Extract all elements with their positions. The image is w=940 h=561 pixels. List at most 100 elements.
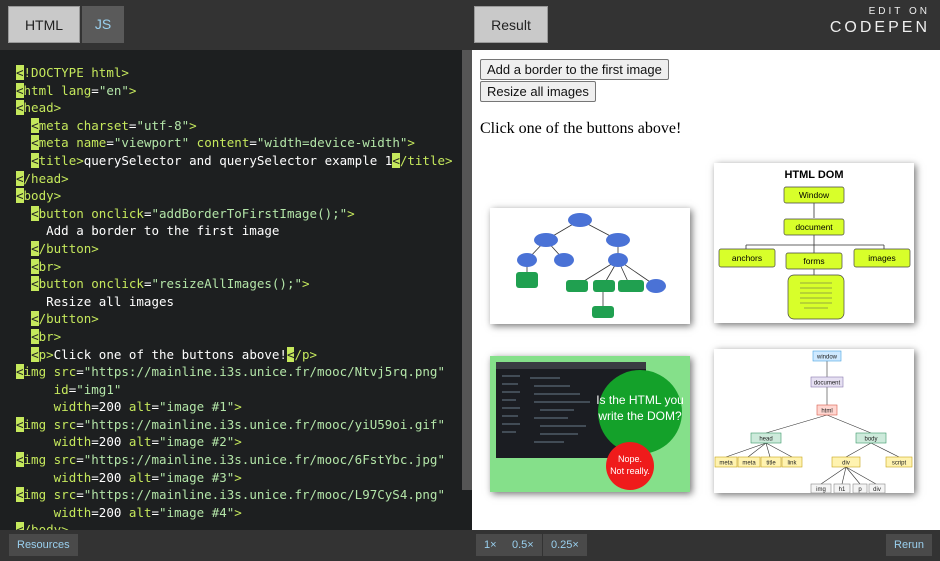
code-line: <!DOCTYPE html> xyxy=(0,64,472,82)
img3-line1: Is the HTML you xyxy=(596,393,684,407)
code-token: "img1" xyxy=(76,381,122,397)
code-token: < xyxy=(16,416,24,432)
img4-body: body xyxy=(864,437,877,443)
code-token: meta xyxy=(38,117,77,133)
tab-html[interactable]: HTML xyxy=(8,6,80,43)
code-line: <img src="https://mainline.i3s.unice.fr/… xyxy=(0,416,472,434)
code-line: Add a border to the first image xyxy=(0,222,472,240)
code-token: Resize all images xyxy=(16,293,175,309)
code-token: /button> xyxy=(38,240,99,256)
add-border-button[interactable]: Add a border to the first image xyxy=(480,59,669,80)
code-token: "https://mainline.i3s.unice.fr/mooc/6Fst… xyxy=(83,452,445,468)
code-token: =200 xyxy=(91,504,129,520)
code-token: = xyxy=(76,416,84,432)
html-dom-chart-image: HTML DOM Window document anchors forms i… xyxy=(718,169,911,320)
code-token: "https://mainline.i3s.unice.fr/mooc/yiU5… xyxy=(83,416,445,432)
bottom-bar: Resources 1× 0.5× 0.25× Rerun xyxy=(0,530,940,561)
code-token: "addBorderToFirstImage();" xyxy=(151,205,348,221)
code-token: Click one of the buttons above! xyxy=(53,346,287,362)
code-token: onclick xyxy=(91,276,144,292)
code-token: alt xyxy=(128,469,152,485)
code-editor[interactable]: <!DOCTYPE html> <html lang="en"> <head> <m… xyxy=(0,64,472,530)
code-token: "https://mainline.i3s.unice.fr/mooc/L97C… xyxy=(83,487,445,503)
code-token: > xyxy=(407,135,415,151)
code-token: = xyxy=(151,434,160,450)
code-token: < xyxy=(31,311,39,327)
img4-meta-2: meta xyxy=(742,461,756,467)
img3-line4: Not really. xyxy=(610,466,650,476)
code-token: alt xyxy=(128,504,152,520)
code-token: br> xyxy=(38,258,62,274)
tab-result[interactable]: Result xyxy=(474,6,548,43)
code-token: = xyxy=(106,135,114,151)
code-token: /body> xyxy=(23,522,69,530)
code-token: img xyxy=(23,452,54,468)
resize-images-button[interactable]: Resize all images xyxy=(480,81,596,102)
editor-tabs: HTML JS xyxy=(0,0,472,50)
img3-line3: Nope. xyxy=(618,454,642,464)
code-token: /head> xyxy=(23,170,69,186)
code-token: = xyxy=(76,452,84,468)
code-line: <br> xyxy=(0,328,472,346)
code-token: width xyxy=(53,399,92,415)
image-1 xyxy=(490,208,690,324)
zoom-1x-button[interactable]: 1× xyxy=(476,534,505,556)
code-line: </head> xyxy=(0,170,472,188)
code-line: <p>Click one of the buttons above!</p> xyxy=(0,346,472,364)
code-token: title> xyxy=(38,152,84,168)
code-token: "en" xyxy=(98,82,129,98)
code-token: html xyxy=(23,82,62,98)
code-token: img xyxy=(23,416,54,432)
zoom-05x-button[interactable]: 0.5× xyxy=(504,534,542,556)
code-token: = xyxy=(76,487,84,503)
code-token: < xyxy=(16,100,24,116)
code-token: onclick xyxy=(91,205,144,221)
resources-button[interactable]: Resources xyxy=(9,534,78,556)
code-token: /p> xyxy=(294,346,318,362)
code-token: src xyxy=(53,416,77,432)
code-token: "width=device-width" xyxy=(256,135,408,151)
code-token: < xyxy=(392,152,400,168)
tab-js[interactable]: JS xyxy=(82,6,124,43)
codepen-app: HTML JS <!DOCTYPE html> <html lang="en"> <… xyxy=(0,0,940,561)
code-token: > xyxy=(189,117,197,133)
code-token: "image #2" xyxy=(159,434,235,450)
code-token: > xyxy=(302,276,310,292)
code-token: id xyxy=(53,381,69,397)
img2-images: images xyxy=(868,253,895,263)
code-line: </body> xyxy=(0,521,472,530)
rerun-button[interactable]: Rerun xyxy=(886,534,932,556)
img2-title: HTML DOM xyxy=(784,169,843,181)
code-token: =200 xyxy=(91,434,129,450)
image-2: HTML DOM Window document anchors forms i… xyxy=(714,163,914,323)
code-token: p> xyxy=(38,346,54,362)
img2-document: document xyxy=(795,222,833,232)
code-token: "utf-8" xyxy=(136,117,190,133)
code-line: <head> xyxy=(0,99,472,117)
code-line: <br> xyxy=(0,258,472,276)
code-line: width=200 alt="image #1"> xyxy=(0,398,472,416)
zoom-025x-button[interactable]: 0.25× xyxy=(543,534,587,556)
code-line: <title>querySelector and querySelector e… xyxy=(0,152,472,170)
code-token: "image #4" xyxy=(159,504,235,520)
code-line: <body> xyxy=(0,187,472,205)
code-line: <button onclick="addBorderToFirstImage()… xyxy=(0,205,472,223)
edit-on-codepen-link[interactable]: EDIT ON CODEPEN xyxy=(830,6,930,37)
code-token: img xyxy=(23,364,54,380)
code-token: alt xyxy=(128,399,152,415)
editor-scrollbar[interactable] xyxy=(462,50,472,490)
code-token: > xyxy=(234,434,242,450)
code-line: <button onclick="resizeAllImages();"> xyxy=(0,275,472,293)
img2-anchors: anchors xyxy=(732,253,762,263)
code-line: Resize all images xyxy=(0,293,472,311)
img4-h1: h1 xyxy=(839,487,846,493)
img3-line2: write the DOM? xyxy=(597,409,682,423)
